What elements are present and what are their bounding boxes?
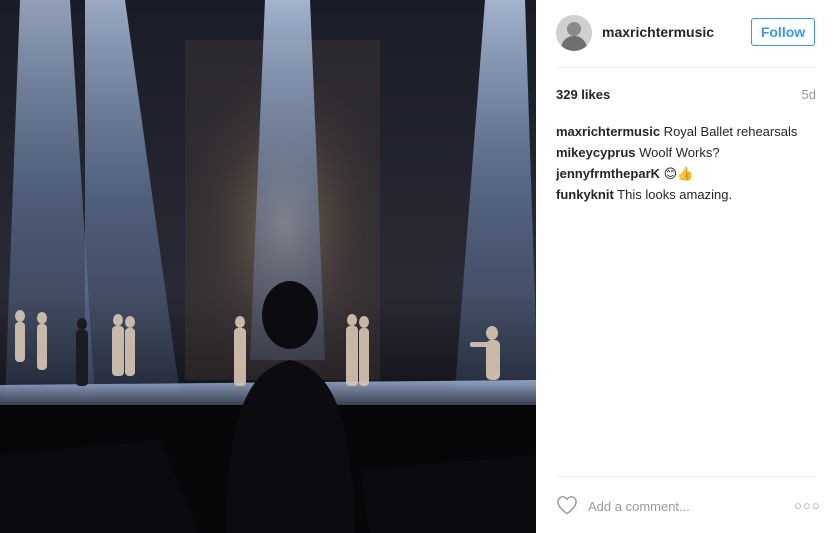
- comment-text: Royal Ballet rehearsals: [660, 124, 798, 139]
- comment-username[interactable]: maxrichtermusic: [556, 124, 660, 139]
- comment-item: maxrichtermusic Royal Ballet rehearsals: [556, 121, 821, 142]
- post-age[interactable]: 5d: [802, 87, 816, 102]
- comment-username[interactable]: jennyfrmtheparK: [556, 166, 660, 181]
- divider: [556, 67, 816, 68]
- post-view: maxrichtermusic Follow 329 likes 5d maxr…: [0, 0, 836, 533]
- post-header: maxrichtermusic Follow: [536, 0, 836, 66]
- stage-photo-image: [0, 0, 536, 533]
- comment-item: mikeycyprus Woolf Works?: [556, 142, 821, 163]
- post-photo[interactable]: [0, 0, 536, 533]
- avatar[interactable]: [556, 15, 592, 51]
- comments-list: maxrichtermusic Royal Ballet rehearsals …: [556, 121, 821, 205]
- likes-count[interactable]: 329 likes: [556, 87, 610, 102]
- more-options-icon[interactable]: ○○○: [794, 498, 821, 513]
- like-heart-icon[interactable]: [556, 495, 578, 515]
- comment-text: 😊👍: [660, 166, 694, 181]
- add-comment-input[interactable]: [588, 497, 768, 515]
- avatar-image: [556, 15, 592, 51]
- username-link[interactable]: maxrichtermusic: [602, 24, 714, 40]
- divider: [556, 476, 816, 477]
- post-sidebar: maxrichtermusic Follow 329 likes 5d maxr…: [536, 0, 836, 533]
- follow-button[interactable]: Follow: [751, 18, 815, 46]
- comment-text: This looks amazing.: [613, 187, 733, 202]
- comment-item: funkyknit This looks amazing.: [556, 184, 821, 205]
- comment-username[interactable]: funkyknit: [556, 187, 614, 202]
- comment-item: jennyfrmtheparK 😊👍: [556, 163, 821, 184]
- comment-username[interactable]: mikeycyprus: [556, 145, 636, 160]
- comment-text: Woolf Works?: [635, 145, 720, 160]
